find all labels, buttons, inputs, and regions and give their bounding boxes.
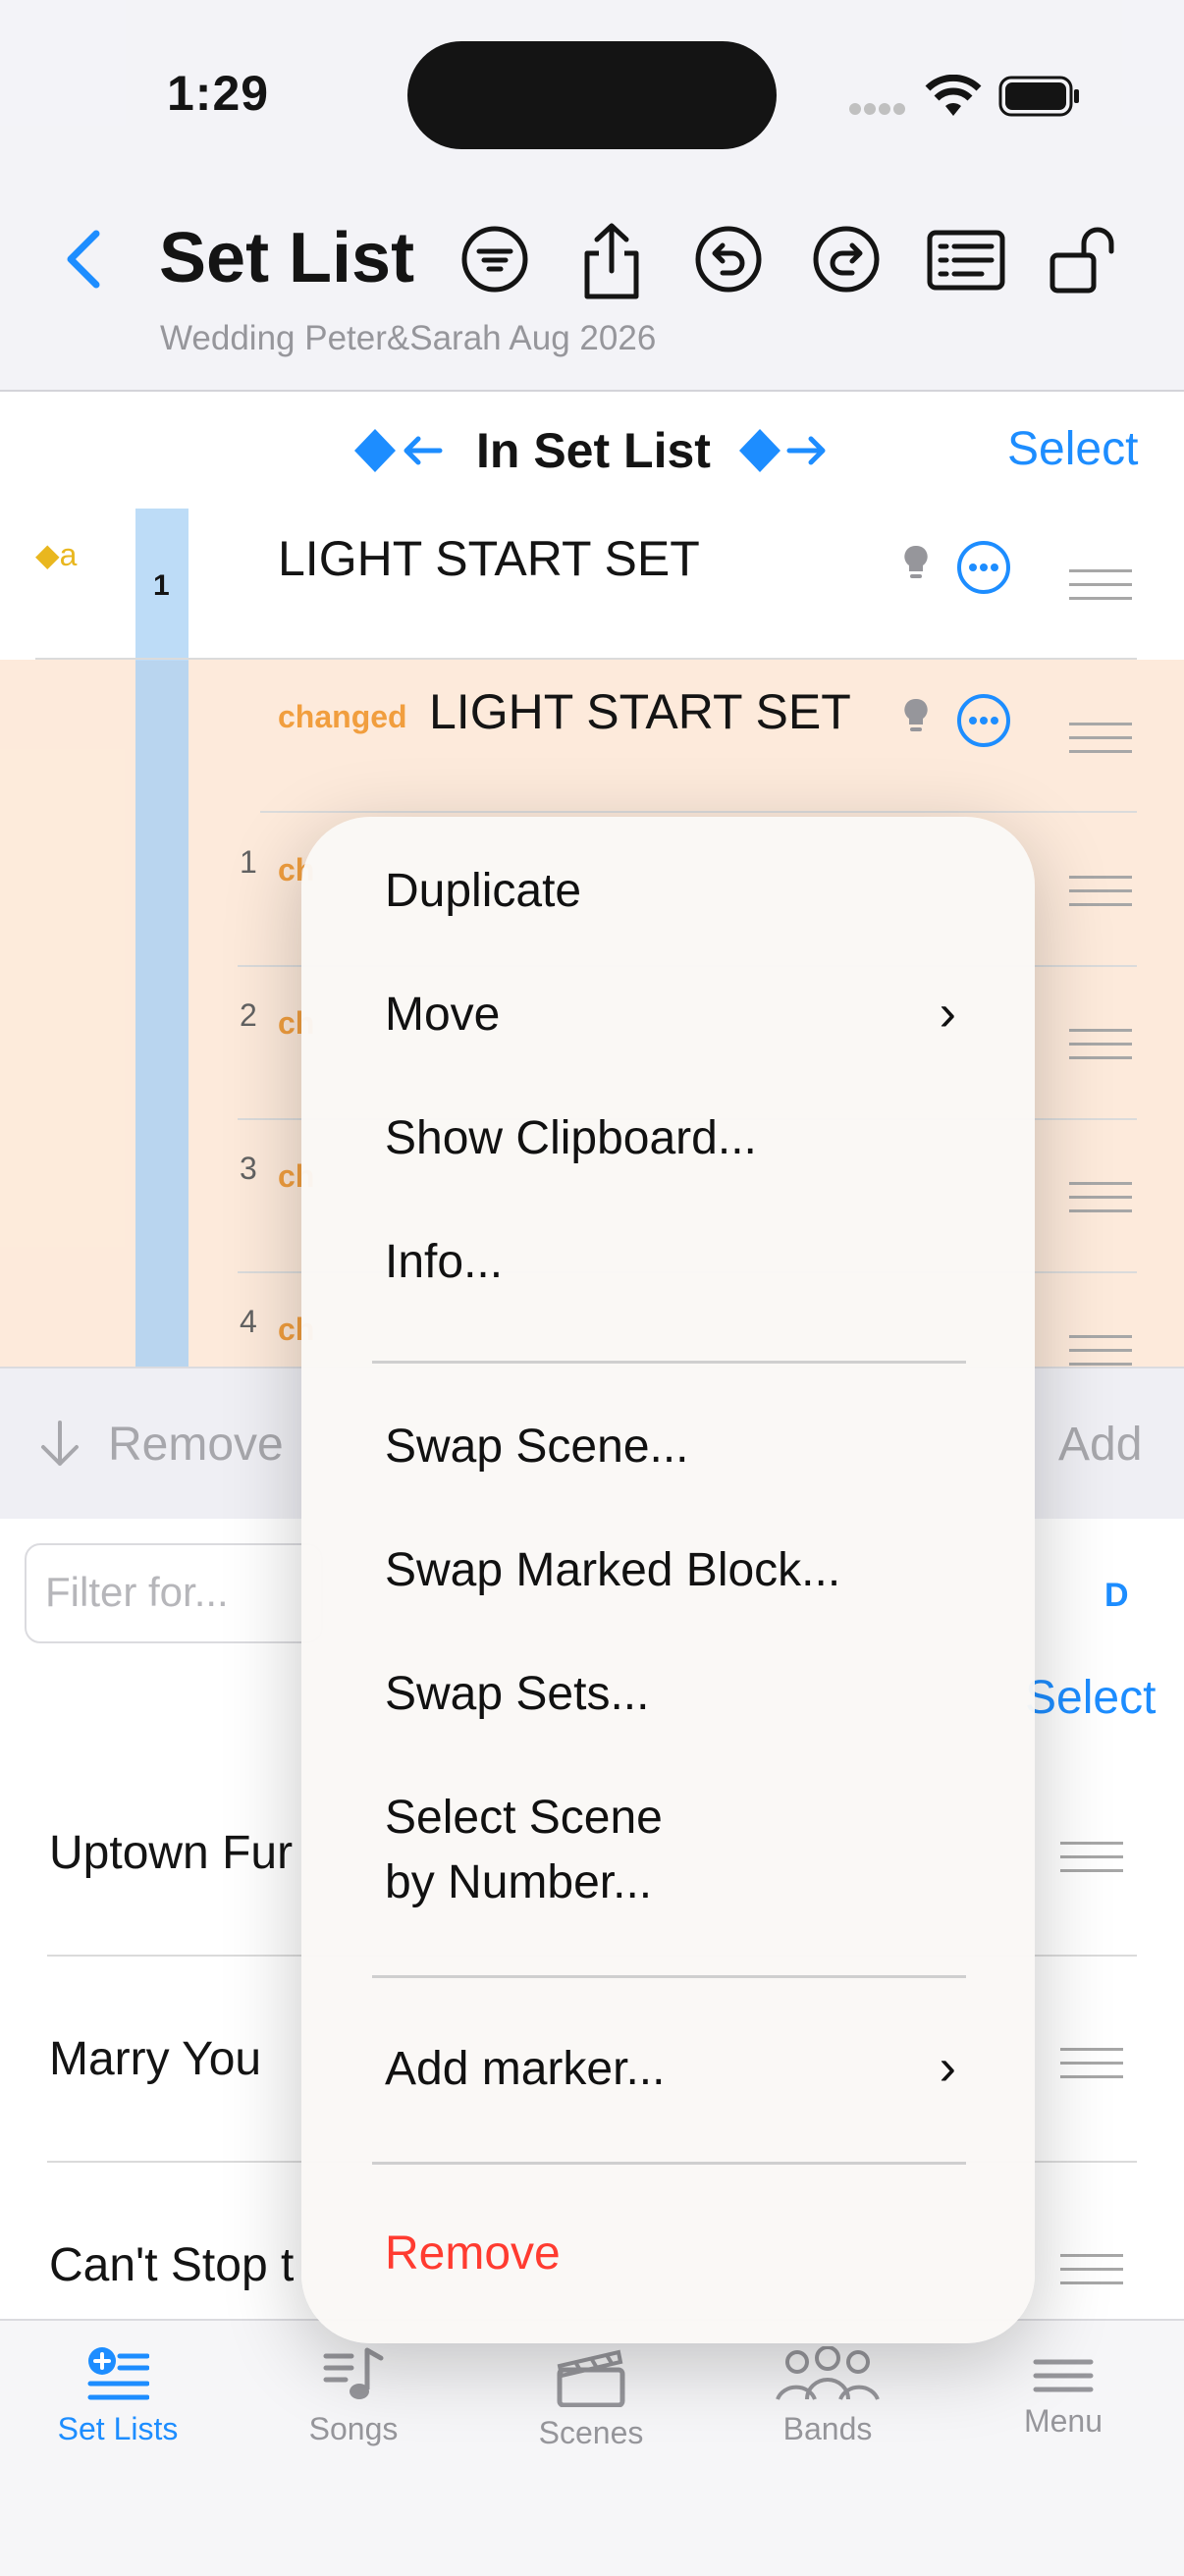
menu-item-swap-marked-block[interactable]: Swap Marked Block... (385, 1543, 840, 1597)
menu-item-show-clipboard[interactable]: Show Clipboard... (385, 1111, 757, 1165)
chevron-right-icon: › (939, 2039, 956, 2096)
menu-separator (372, 2162, 966, 2165)
menu-item-duplicate[interactable]: Duplicate (385, 864, 581, 918)
chevron-right-icon: › (939, 985, 956, 1042)
menu-item-remove[interactable]: Remove (385, 2227, 561, 2281)
menu-item-swap-scene[interactable]: Swap Scene... (385, 1420, 689, 1474)
menu-item-select-scene[interactable]: Select Scene (385, 1791, 663, 1845)
menu-item-swap-sets[interactable]: Swap Sets... (385, 1667, 649, 1721)
menu-separator (372, 1975, 966, 1978)
menu-item-add-marker[interactable]: Add marker... (385, 2042, 665, 2096)
menu-separator (372, 1361, 966, 1364)
context-menu: Duplicate Move › Show Clipboard... Info.… (301, 817, 1035, 2343)
menu-item-move[interactable]: Move (385, 988, 500, 1042)
menu-item-info[interactable]: Info... (385, 1235, 503, 1289)
menu-item-select-scene-line2[interactable]: by Number... (385, 1855, 652, 1909)
